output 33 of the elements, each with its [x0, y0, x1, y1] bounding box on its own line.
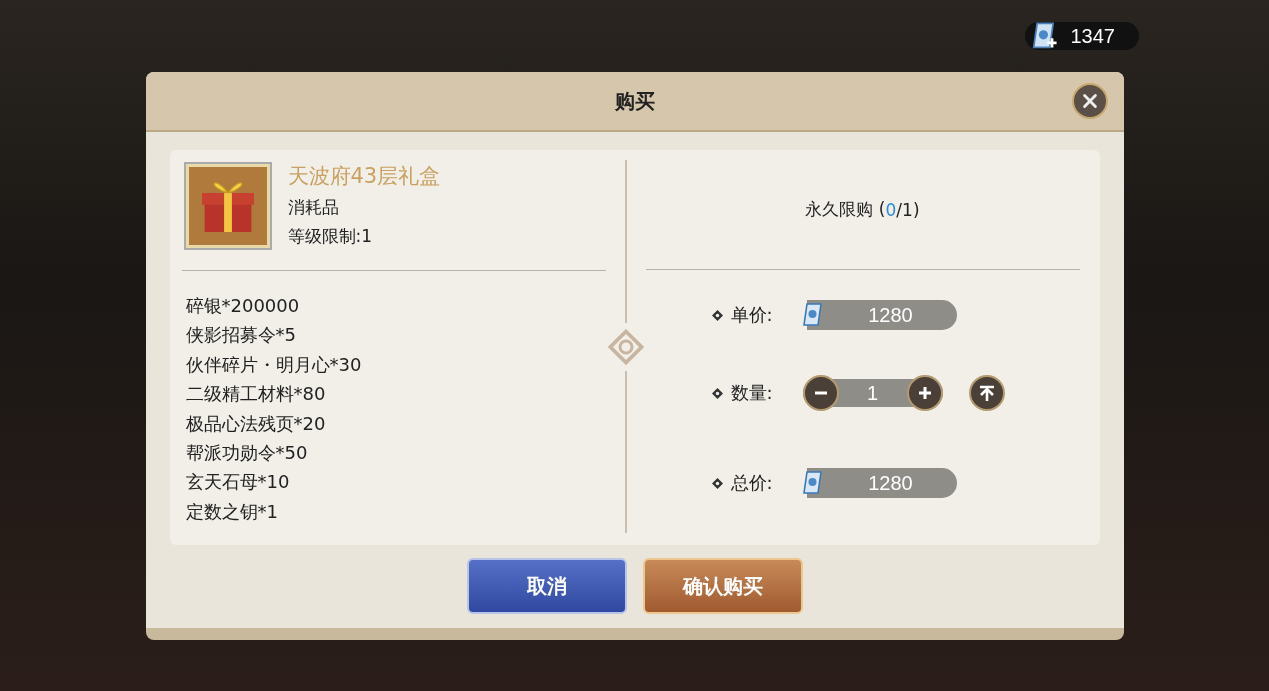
reward-item-text: 伙伴碎片・明月心*30	[185, 352, 363, 377]
cancel-button[interactable]: 取消	[466, 558, 627, 614]
reward-item-text: 极品心法残页*20	[185, 411, 327, 436]
reward-item-text: 定数之钥*1	[185, 499, 279, 524]
ornament-icon	[607, 328, 644, 365]
max-quantity-button[interactable]	[968, 375, 1005, 411]
reward-item-text: 二级精工材料*80	[185, 382, 327, 407]
gift-box-icon	[183, 162, 272, 250]
level-requirement: 等级限制:1	[287, 225, 374, 248]
total-price-label: 总价:	[730, 471, 774, 495]
decrease-button[interactable]	[802, 375, 839, 411]
item-type: 消耗品	[287, 196, 340, 219]
reward-item-text: 玄天石母*10	[185, 470, 291, 495]
close-icon[interactable]	[1080, 92, 1099, 110]
reward-item-text: 帮派功勋令*50	[185, 441, 309, 466]
currency-amount: 1347	[1070, 24, 1115, 48]
unit-price-label: 单价:	[730, 303, 774, 327]
dialog-title: 购买	[614, 87, 655, 115]
diamond-bullet-icon	[711, 387, 723, 399]
total-price-field: 1280	[806, 468, 957, 498]
scroll-icon	[800, 469, 825, 497]
item-name: 天波府43层礼盒	[287, 163, 441, 190]
close-button[interactable]	[1071, 83, 1108, 119]
unit-price-field: 1280	[806, 300, 957, 330]
confirm-button[interactable]: 确认购买	[642, 558, 803, 614]
diamond-bullet-icon	[711, 477, 723, 489]
purchase-limit-text: 永久限购 (0/1)	[804, 198, 921, 222]
increase-button[interactable]	[906, 375, 943, 411]
quantity-label: 数量:	[730, 381, 774, 405]
scroll-icon	[800, 301, 825, 329]
diamond-bullet-icon	[711, 309, 723, 321]
reward-item-text: 碎银*200000	[185, 294, 301, 318]
reward-item-text: 侠影招募令*5	[185, 323, 297, 348]
